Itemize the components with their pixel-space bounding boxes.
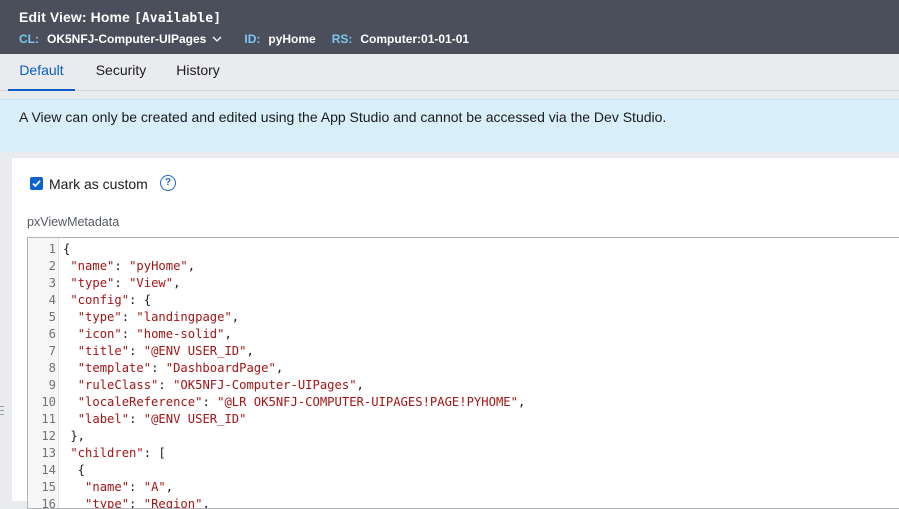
mark-as-custom-label[interactable]: Mark as custom <box>49 176 148 192</box>
code-text: "type": "landingpage", <box>77 310 240 324</box>
chevron-down-icon[interactable] <box>212 34 222 44</box>
code-text: "name": "pyHome", <box>70 259 196 273</box>
rs-label: RS: <box>331 32 353 46</box>
id-label: ID: <box>244 32 261 46</box>
line-number: 4 <box>48 293 56 307</box>
code-text: "children": [ <box>70 446 166 460</box>
line-number: 16 <box>41 497 56 509</box>
code-text: { <box>63 463 86 477</box>
info-banner: A View can only be created and edited us… <box>0 99 899 152</box>
code-text: "ruleClass": "OK5NFJ-Computer-UIPages", <box>77 378 364 392</box>
code-text: "config": { <box>70 293 152 307</box>
code-text: "label": "@ENV USER_ID" <box>77 412 247 426</box>
rule-title: Edit View: Home [Available] <box>19 9 221 26</box>
cl-label: CL: <box>19 32 39 46</box>
tab-history[interactable]: History <box>167 54 229 89</box>
rule-header: Edit View: Home [Available] CL: OK5NFJ-Co… <box>0 0 899 54</box>
line-number: 14 <box>41 463 56 477</box>
tab-bar: Default Security History <box>0 54 899 91</box>
form-panel: Mark as custom ? pxViewMetadata 1 {2 "nam… <box>12 158 899 509</box>
line-number: 8 <box>48 361 56 375</box>
code-editor[interactable]: 1{2 "name": "pyHome", 3 "type": "View", 4 … <box>27 237 899 509</box>
tab-default[interactable]: Default <box>8 54 75 91</box>
line-number: 12 <box>41 429 56 443</box>
rule-meta: CL: OK5NFJ-Computer-UIPages ID: pyHome R… <box>19 32 469 46</box>
rs-value: Computer:01-01-01 <box>360 32 470 46</box>
tab-security[interactable]: Security <box>89 54 153 89</box>
line-number: 15 <box>41 480 56 494</box>
code-text: "name": "A", <box>85 480 174 494</box>
line-number: 6 <box>48 327 56 341</box>
availability-status: [Available] <box>133 11 222 26</box>
mark-as-custom-checkbox[interactable] <box>30 177 43 190</box>
line-number: 5 <box>48 310 56 324</box>
code-text: "type": "View", <box>70 276 181 290</box>
checkmark-icon <box>32 180 41 188</box>
line-number: 7 <box>48 344 56 358</box>
line-number: 3 <box>48 276 56 290</box>
rule-title-text: Edit View: Home <box>19 9 130 25</box>
line-number: 9 <box>48 378 56 392</box>
question-circle-icon[interactable]: ? <box>160 175 176 191</box>
id-value: pyHome <box>268 32 316 46</box>
line-number: 13 <box>41 446 56 460</box>
view-metadata-label: pxViewMetadata <box>27 215 120 229</box>
code-text: }, <box>63 429 86 443</box>
info-banner-text: A View can only be created and edited us… <box>19 109 667 125</box>
line-number: 10 <box>41 395 56 409</box>
line-number: 1 <box>48 242 56 256</box>
line-number: 2 <box>48 259 56 273</box>
resize-handle[interactable] <box>0 406 5 422</box>
line-number: 11 <box>41 412 56 426</box>
code-text: "icon": "home-solid", <box>77 327 232 341</box>
code-text: "type": "Region", <box>85 497 210 509</box>
code-text: "template": "DashboardPage", <box>77 361 284 375</box>
code-text: "title": "@ENV USER_ID", <box>77 344 254 358</box>
code-text: { <box>63 242 71 256</box>
code-text: "localeReference": "@LR OK5NFJ-COMPUTER-… <box>77 395 526 409</box>
cl-value[interactable]: OK5NFJ-Computer-UIPages <box>47 32 206 46</box>
